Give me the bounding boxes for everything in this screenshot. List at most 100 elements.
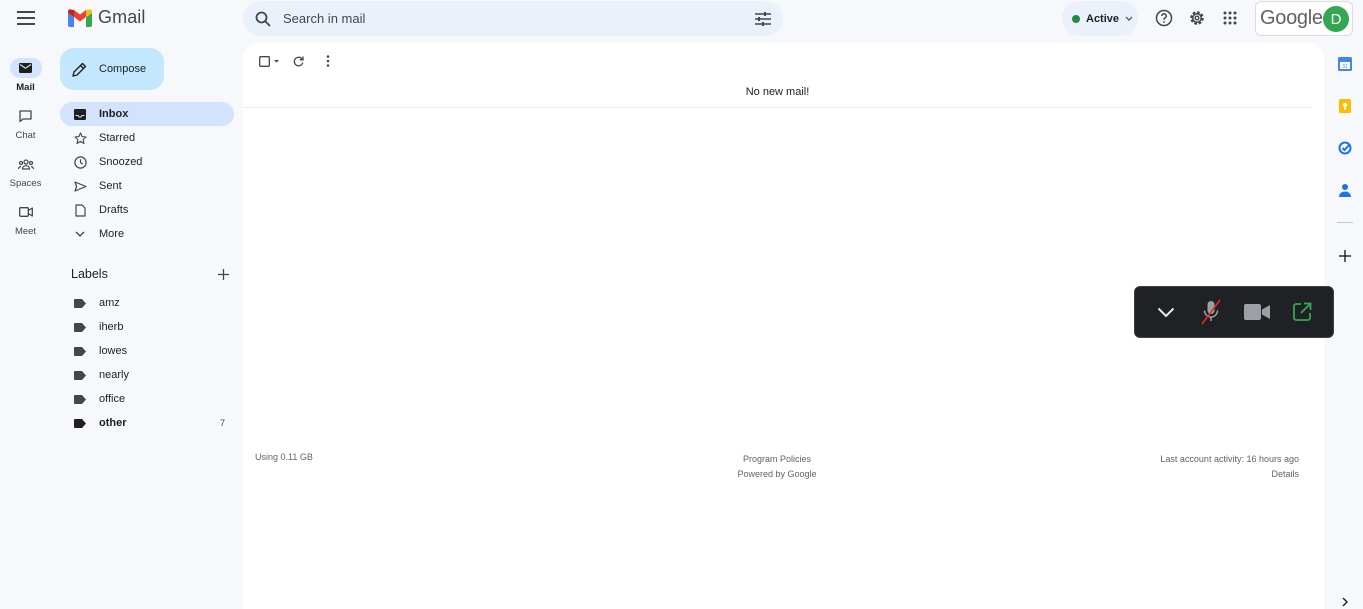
contacts-icon[interactable] [1336,181,1354,199]
status-dot [1072,14,1080,23]
sidebar-item-snoozed[interactable]: Snoozed [60,150,234,174]
labels-title: Labels [71,267,108,281]
chevron-down-icon [1125,16,1133,21]
checkbox-icon [259,55,279,67]
gmail-logo[interactable]: Gmail [68,7,146,28]
tasks-icon[interactable] [1336,139,1354,157]
draft-icon [73,203,87,217]
sidebar-item-starred[interactable]: Starred [60,126,234,150]
compose-button[interactable]: Compose [60,48,164,90]
clock-icon [73,155,87,169]
send-icon [73,179,87,193]
program-policies-link[interactable]: Program Policies [677,452,877,467]
rail-label-chat: Chat [15,130,36,141]
storage-usage: Using 0.11 GB [255,452,313,462]
label-icon [73,392,87,406]
sidebar-item-sent[interactable]: Sent [60,174,234,198]
rail-item-spaces[interactable]: Spaces [0,154,51,189]
empty-inbox-message: No new mail! [745,86,810,98]
help-button[interactable] [1148,2,1180,34]
label-name: iherb [99,321,124,333]
spaces-icon [10,154,42,174]
label-name: nearly [99,369,129,381]
label-item-other[interactable]: other 7 [60,411,234,435]
calendar-icon[interactable]: 31 [1336,55,1354,73]
sidebar-item-label: Drafts [99,204,129,216]
mute-button[interactable] [1196,297,1226,327]
refresh-button[interactable] [283,53,313,69]
sidebar-item-more[interactable]: More [60,222,234,246]
popout-button[interactable] [1287,297,1317,327]
labels-header: Labels [71,267,229,281]
meet-icon [10,202,42,222]
unread-count: 7 [219,418,225,428]
camera-button[interactable] [1242,297,1272,327]
rail-label-mail: Mail [16,82,35,93]
refresh-icon [293,56,304,67]
rail-item-meet[interactable]: Meet [0,202,51,237]
inbox-icon [73,107,87,121]
sidebar-item-label: Sent [99,180,122,192]
gmail-m-icon [68,8,92,27]
label-item-office[interactable]: office [60,387,234,411]
collapse-button[interactable] [1151,297,1181,327]
status-label: Active [1086,12,1120,25]
label-item-lowes[interactable]: lowes [60,339,234,363]
google-account-button[interactable]: Google D [1255,1,1353,36]
avatar[interactable]: D [1323,6,1349,32]
menu-icon [17,11,35,25]
rail-item-mail[interactable]: Mail [0,58,51,93]
main-menu-button[interactable] [10,2,42,34]
settings-icon [1188,9,1206,27]
label-icon [73,344,87,358]
popout-icon [1292,302,1312,322]
keep-icon[interactable] [1336,97,1354,115]
collapse-icon [1157,307,1175,318]
sidebar-item-drafts[interactable]: Drafts [60,198,234,222]
compose-label: Compose [99,63,147,75]
rail-label-meet: Meet [14,226,37,237]
status-selector[interactable]: Active [1062,1,1138,36]
chevron-down-icon [73,227,87,241]
help-icon [1155,9,1173,27]
search-input[interactable] [283,11,755,26]
google-wordmark: Google [1260,7,1323,29]
app-name: Gmail [98,7,146,27]
label-item-iherb[interactable]: iherb [60,315,234,339]
sidebar-item-label: Inbox [99,108,129,120]
last-activity: Last account activity: 16 hours ago [1160,454,1299,464]
camera-icon [1243,304,1270,320]
label-icon [73,368,87,382]
sidebar-item-inbox[interactable]: Inbox [60,102,234,126]
label-item-nearly[interactable]: nearly [60,363,234,387]
sidebar-item-label: Snoozed [99,156,143,168]
tune-icon[interactable] [755,11,771,26]
footer-right: Last account activity: 16 hours ago Deta… [1160,452,1299,482]
label-name: office [99,393,126,405]
apps-button[interactable] [1214,2,1246,34]
sidebar-item-label: Starred [99,132,136,144]
more-options-button[interactable] [313,53,343,69]
pencil-icon [72,62,87,77]
label-item-amz[interactable]: amz [60,291,234,315]
call-controls-bar [1134,286,1334,338]
settings-button[interactable] [1181,2,1213,34]
apps-icon [1223,11,1237,25]
search-icon[interactable] [255,11,271,27]
more-vert-icon [326,55,330,67]
rail-item-chat[interactable]: Chat [0,106,51,141]
search-bar[interactable] [243,1,783,36]
expand-icon[interactable] [1336,593,1354,609]
label-name: amz [99,297,120,309]
right-rail-divider [1337,222,1353,223]
select-checkbox[interactable] [255,53,283,69]
add-icon[interactable] [1336,247,1354,265]
add-label-icon[interactable] [218,268,229,280]
sidebar-item-label: More [99,228,125,240]
mic-off-icon [1201,299,1221,325]
label-icon [73,320,87,334]
chat-icon [10,106,42,126]
mail-icon [9,58,42,78]
label-icon [73,416,87,430]
details-link[interactable]: Details [1160,467,1299,482]
